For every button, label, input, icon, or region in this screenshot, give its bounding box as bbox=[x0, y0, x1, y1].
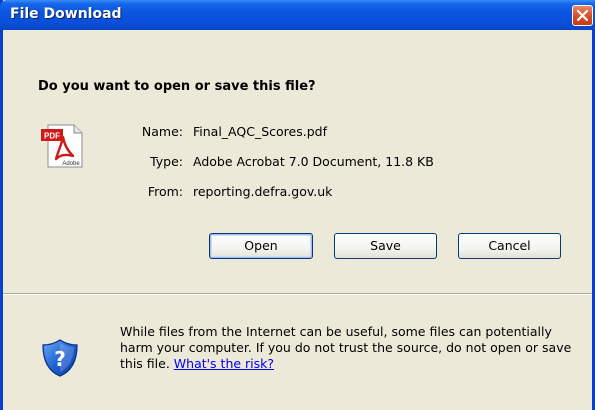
from-label: From: bbox=[147, 184, 183, 199]
file-download-dialog: File Download Do you want to open or sav… bbox=[0, 0, 595, 410]
type-label-cell: Type: bbox=[129, 154, 183, 172]
close-icon bbox=[577, 10, 588, 21]
cancel-button[interactable]: Cancel bbox=[458, 233, 561, 259]
file-source: reporting.defra.gov.uk bbox=[193, 184, 333, 199]
name-label-cell: Name: bbox=[129, 124, 183, 142]
separator bbox=[3, 293, 592, 295]
type-label: Type: bbox=[150, 154, 183, 169]
security-shield-question-icon: ? bbox=[42, 339, 78, 377]
open-button[interactable]: Open bbox=[209, 233, 313, 259]
close-button[interactable] bbox=[572, 5, 593, 26]
title-bar[interactable]: File Download bbox=[0, 0, 595, 30]
save-button[interactable]: Save bbox=[334, 233, 437, 259]
pdf-document-icon: PDF Adobe bbox=[41, 124, 83, 168]
svg-text:PDF: PDF bbox=[44, 132, 60, 141]
from-label-cell: From: bbox=[129, 184, 183, 202]
dialog-question: Do you want to open or save this file? bbox=[38, 79, 316, 94]
file-name: Final_AQC_Scores.pdf bbox=[193, 124, 327, 139]
window-title: File Download bbox=[10, 6, 122, 22]
security-warning: While files from the Internet can be use… bbox=[120, 324, 586, 372]
name-label: Name: bbox=[141, 124, 183, 139]
file-type: Adobe Acrobat 7.0 Document, 11.8 KB bbox=[193, 154, 434, 169]
svg-text:Adobe: Adobe bbox=[62, 161, 80, 167]
whats-the-risk-link[interactable]: What's the risk? bbox=[174, 356, 274, 371]
svg-text:?: ? bbox=[54, 347, 66, 371]
